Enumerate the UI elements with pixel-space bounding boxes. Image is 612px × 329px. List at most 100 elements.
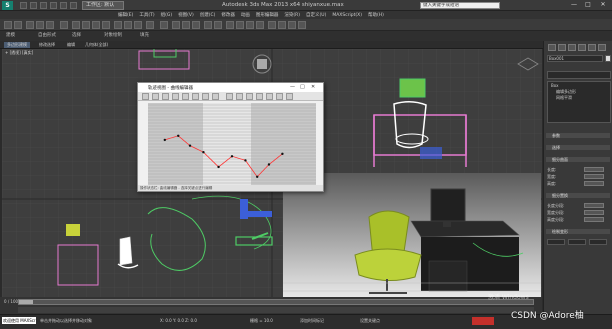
select-object-icon[interactable]	[72, 21, 80, 29]
redo-tool-icon[interactable]	[14, 21, 22, 29]
modifier-list-dropdown[interactable]	[547, 71, 611, 79]
modify-tab-icon[interactable]	[558, 44, 566, 51]
utilities-tab-icon[interactable]	[598, 44, 606, 51]
workspace-dropdown[interactable]: 工作区: 默认	[82, 1, 124, 10]
move-icon[interactable]	[114, 21, 122, 29]
open-file-icon[interactable]	[30, 2, 37, 9]
rollout-subdivision-displacement[interactable]: 细分置换	[546, 193, 610, 198]
rotate-icon[interactable]	[124, 21, 132, 29]
unlink-icon[interactable]	[36, 21, 44, 29]
hierarchy-tab-icon[interactable]	[568, 44, 576, 51]
length-spinner[interactable]	[584, 167, 604, 172]
search-input[interactable]: 键入关键字或短语	[420, 2, 500, 9]
scale-values-icon[interactable]	[182, 93, 189, 100]
curve-editor-titlebar[interactable]: 轨迹视图 - 曲线编辑器 — □ ✕	[138, 83, 323, 92]
menu-graph-editors[interactable]: 图形编辑器	[256, 12, 279, 18]
menu-help[interactable]: 帮助(H)	[368, 12, 384, 18]
curve-editor-window[interactable]: 轨迹视图 - 曲线编辑器 — □ ✕ 操作状态栏: 曲线编辑器 - 选择关键点进…	[137, 82, 324, 192]
rollout-paint-deformation[interactable]: 绘制变形	[546, 229, 610, 234]
selection-filter-icon[interactable]	[60, 21, 68, 29]
subtab-edit[interactable]: 编辑	[64, 42, 78, 48]
render-production-icon[interactable]	[298, 21, 306, 29]
height-segments-spinner[interactable]	[584, 217, 604, 222]
tangent-auto-icon[interactable]	[226, 93, 233, 100]
subtab-polygon-modeling[interactable]: 多边形建模	[4, 42, 30, 48]
motion-tab-icon[interactable]	[578, 44, 586, 51]
slide-keys-icon[interactable]	[162, 93, 169, 100]
rendered-frame-icon[interactable]	[288, 21, 296, 29]
filter-icon[interactable]	[142, 93, 149, 100]
curve-key[interactable]	[188, 144, 192, 147]
reference-coordinate-icon[interactable]	[146, 21, 154, 29]
auto-key-button[interactable]	[472, 317, 494, 325]
add-time-tag-button[interactable]: 添加时间标记	[300, 318, 324, 324]
push-pull-button[interactable]	[547, 239, 565, 245]
tangent-fast-icon[interactable]	[246, 93, 253, 100]
curve-graph[interactable]	[148, 103, 316, 185]
reduce-keys-icon[interactable]	[212, 93, 219, 100]
tab-populate[interactable]: 填充	[140, 32, 149, 40]
ce-maximize-button[interactable]: □	[300, 84, 305, 90]
menu-maxscript[interactable]: MAXScript(X)	[332, 13, 362, 18]
align-icon[interactable]	[214, 21, 222, 29]
percent-snap-icon[interactable]	[192, 21, 200, 29]
redo-icon[interactable]	[60, 2, 67, 9]
rollout-subdivision-surface[interactable]: 细分曲面	[546, 157, 610, 162]
menu-modifiers[interactable]: 修改器	[221, 12, 235, 18]
menu-tools[interactable]: 工具(T)	[139, 12, 154, 18]
undo-icon[interactable]	[50, 2, 57, 9]
set-key-button[interactable]: 设置关键点	[360, 318, 380, 324]
curve-key[interactable]	[217, 165, 220, 169]
window-crossing-icon[interactable]	[102, 21, 110, 29]
width-segments-spinner[interactable]	[584, 210, 604, 215]
add-keys-icon[interactable]	[192, 93, 199, 100]
menu-animation[interactable]: 动画	[241, 12, 250, 18]
tab-object-paint[interactable]: 对象绘制	[104, 32, 122, 40]
maximize-button[interactable]: □	[582, 1, 594, 9]
curve-key[interactable]	[230, 155, 234, 158]
curve-key[interactable]	[177, 134, 180, 137]
scale-keys-icon[interactable]	[172, 93, 179, 100]
menu-group[interactable]: 组(G)	[161, 12, 173, 18]
subtab-geometry-all[interactable]: 几何体(全部)	[82, 42, 111, 48]
draw-curves-icon[interactable]	[202, 93, 209, 100]
tangent-slow-icon[interactable]	[256, 93, 263, 100]
angle-snap-icon[interactable]	[182, 21, 190, 29]
graphite-ribbon-icon[interactable]	[236, 21, 244, 29]
bind-space-warp-icon[interactable]	[46, 21, 54, 29]
move-keys-icon[interactable]	[152, 93, 159, 100]
curve-key[interactable]	[281, 152, 284, 156]
menu-customize[interactable]: 自定义(U)	[306, 12, 326, 18]
select-by-name-icon[interactable]	[82, 21, 90, 29]
layer-manager-icon[interactable]	[226, 21, 234, 29]
save-file-icon[interactable]	[40, 2, 47, 9]
new-file-icon[interactable]	[20, 2, 27, 9]
app-logo-icon[interactable]: S	[2, 1, 13, 10]
undo-tool-icon[interactable]	[4, 21, 12, 29]
material-editor-icon[interactable]	[268, 21, 276, 29]
mirror-icon[interactable]	[204, 21, 212, 29]
tab-freeform[interactable]: 自由形式	[38, 32, 56, 40]
close-button[interactable]: ✕	[597, 1, 609, 9]
curve-key[interactable]	[267, 163, 271, 166]
curve-key[interactable]	[244, 159, 247, 162]
project-folder-icon[interactable]	[70, 2, 77, 9]
modifier-stack[interactable]: Box 编辑多边形 网格平滑	[547, 81, 611, 123]
curve-editor-icon[interactable]	[246, 21, 254, 29]
object-name-field[interactable]: Box001	[547, 55, 603, 62]
ce-minimize-button[interactable]: —	[290, 84, 295, 90]
coordinate-display[interactable]: X: 0.0 Y: 0.0 Z: 0.0	[160, 318, 197, 323]
time-slider-track[interactable]	[18, 299, 534, 305]
tangent-step-icon[interactable]	[266, 93, 273, 100]
subtab-modify-selection[interactable]: 修改选择	[36, 42, 58, 48]
curve-key[interactable]	[256, 175, 259, 178]
menu-edit[interactable]: 编辑(E)	[118, 12, 133, 18]
relax-button[interactable]	[568, 239, 586, 245]
tab-modeling[interactable]: 建模	[6, 32, 15, 40]
menu-rendering[interactable]: 渲染(R)	[284, 12, 300, 18]
display-tab-icon[interactable]	[588, 44, 596, 51]
tab-selection[interactable]: 选择	[72, 32, 81, 40]
height-spinner[interactable]	[584, 181, 604, 186]
schematic-view-icon[interactable]	[256, 21, 264, 29]
rollout-selection[interactable]: 选择	[546, 145, 610, 150]
